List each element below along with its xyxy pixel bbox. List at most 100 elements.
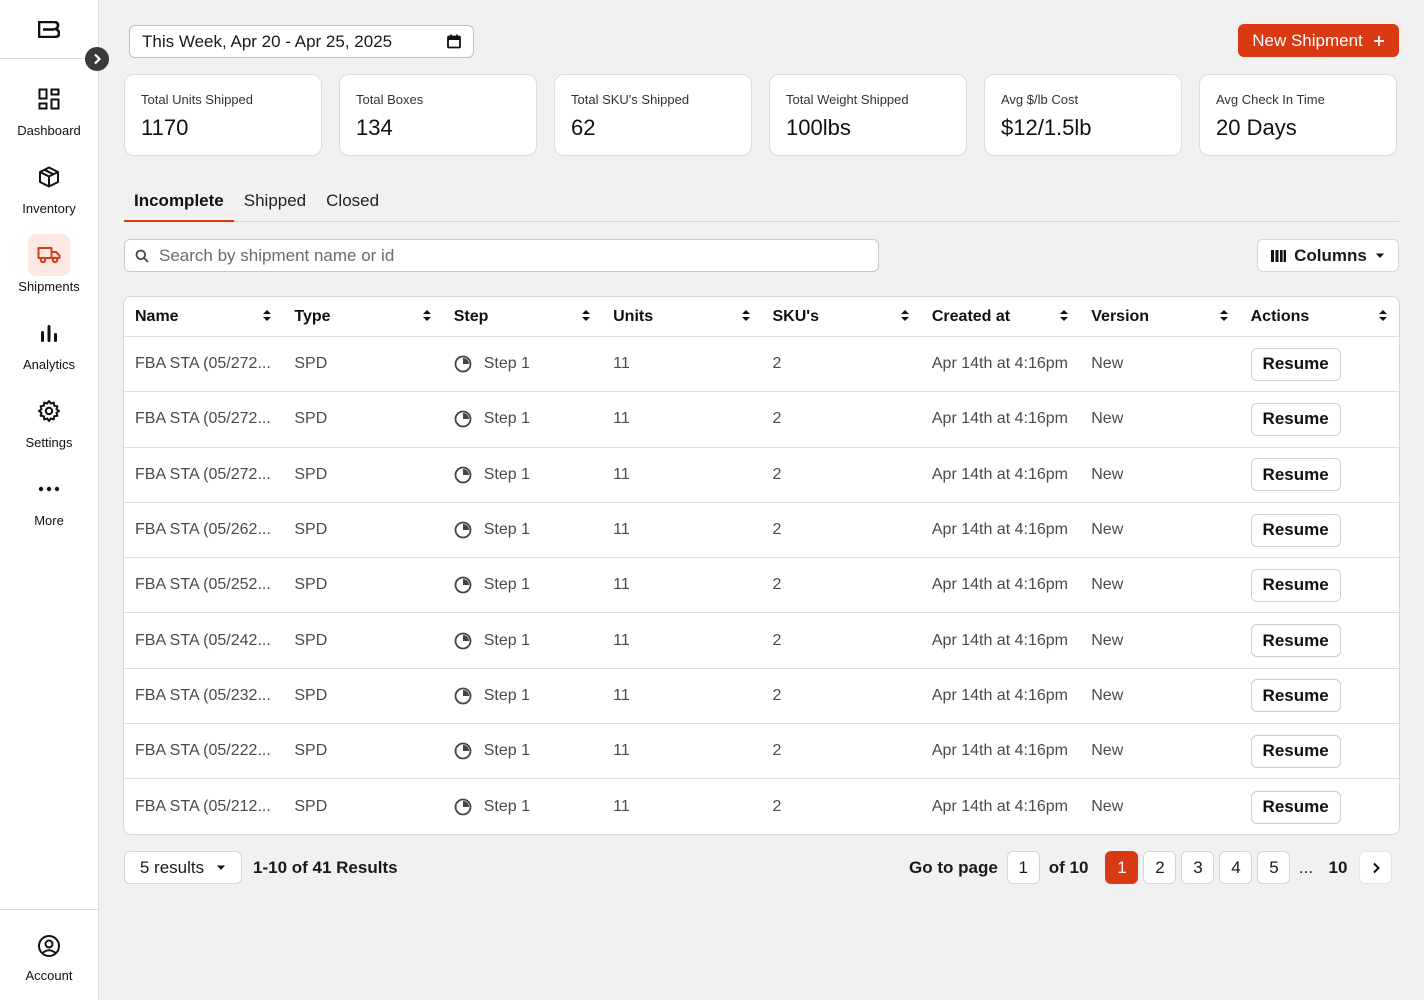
sidebar: Dashboard Inventory Shipments Analytics …	[0, 0, 99, 1000]
column-header-version[interactable]: Version	[1080, 308, 1239, 326]
cell-text: SPD	[294, 631, 328, 649]
cell-step: Step 1	[443, 355, 602, 373]
next-page-button[interactable]	[1359, 851, 1393, 884]
cell-text: FBA STA (05/272...	[135, 465, 271, 483]
cell-text: FBA STA (05/232...	[135, 686, 271, 704]
brand-logo-icon	[38, 20, 60, 38]
cell-version: New	[1080, 687, 1239, 705]
resume-button[interactable]: Resume	[1250, 790, 1341, 824]
step-progress-icon	[454, 355, 472, 373]
cell-text: New	[1091, 576, 1124, 594]
cell-text: 2	[772, 465, 782, 483]
step-progress-icon	[454, 798, 472, 816]
cell-text: New	[1091, 355, 1124, 373]
cell-text: 11	[613, 631, 630, 649]
cell-actions: Resume	[1240, 402, 1399, 436]
cell-step: Step 1	[443, 466, 602, 484]
go-to-page-label: Go to page	[909, 857, 998, 877]
cell-text: FBA STA (05/262...	[135, 521, 271, 539]
page-2[interactable]: 2	[1143, 851, 1177, 884]
cell-units: 11	[602, 742, 761, 760]
cell-text: Step 1	[483, 742, 531, 760]
cell-actions: Resume	[1240, 513, 1399, 547]
column-header-created-at[interactable]: Created at	[921, 308, 1080, 326]
date-range-value: This Week, Apr 20 - Apr 25, 2025	[142, 31, 393, 51]
sidebar-item-analytics[interactable]: Analytics	[0, 312, 98, 390]
sidebar-item-dashboard[interactable]: Dashboard	[0, 78, 98, 156]
sidebar-item-more[interactable]: More	[0, 468, 98, 546]
cell-skus: 2	[762, 632, 921, 650]
cell-version: New	[1080, 742, 1239, 760]
table-body: FBA STA (05/272... SPD Step 1 11 2 Apr 14th a…	[124, 337, 1399, 834]
cell-step: Step 1	[443, 798, 602, 816]
column-header-type[interactable]: Type	[283, 308, 442, 326]
column-header-skus[interactable]: SKU's	[762, 308, 921, 326]
cell-type: SPD	[283, 742, 442, 760]
step-progress-icon	[454, 632, 472, 650]
resume-button[interactable]: Resume	[1250, 458, 1341, 492]
column-header-label: Actions	[1250, 307, 1310, 325]
cell-skus: 2	[762, 576, 921, 594]
columns-icon	[1271, 249, 1287, 262]
cell-skus: 2	[762, 466, 921, 484]
cell-text: FBA STA (05/272...	[135, 355, 271, 373]
cell-created: Apr 14th at 4:16pm	[921, 521, 1080, 539]
cell-text: 2	[772, 798, 782, 816]
resume-button[interactable]: Resume	[1250, 679, 1341, 713]
stat-label: Total Units Shipped	[141, 92, 254, 107]
cell-created: Apr 14th at 4:16pm	[921, 576, 1080, 594]
resume-button[interactable]: Resume	[1250, 402, 1341, 436]
columns-button[interactable]: Columns	[1257, 239, 1399, 272]
tab-closed[interactable]: Closed	[316, 189, 389, 222]
search-input[interactable]	[159, 245, 868, 266]
sort-icon	[1219, 308, 1228, 326]
resume-button[interactable]: Resume	[1250, 734, 1341, 768]
cell-skus: 2	[762, 355, 921, 373]
cell-version: New	[1080, 410, 1239, 428]
column-header-units[interactable]: Units	[602, 308, 761, 326]
calendar-icon	[447, 34, 461, 49]
page-last[interactable]: 10	[1321, 858, 1354, 878]
cell-units: 11	[602, 410, 761, 428]
column-header-step[interactable]: Step	[443, 308, 602, 326]
cell-skus: 2	[762, 798, 921, 816]
page-4[interactable]: 4	[1219, 851, 1253, 884]
sidebar-item-inventory[interactable]: Inventory	[0, 156, 98, 234]
cell-actions: Resume	[1240, 679, 1399, 713]
resume-button[interactable]: Resume	[1250, 347, 1341, 381]
cell-type: SPD	[283, 576, 442, 594]
stat-label: Avg Check In Time	[1216, 92, 1325, 107]
logo[interactable]	[0, 0, 98, 59]
stat-value: $12/1.5lb	[1001, 115, 1092, 140]
sidebar-item-settings[interactable]: Settings	[0, 390, 98, 468]
stat-value: 62	[571, 115, 596, 140]
cell-text: Step 1	[483, 576, 531, 594]
cell-skus: 2	[762, 410, 921, 428]
page-3[interactable]: 3	[1181, 851, 1215, 884]
column-header-actions[interactable]: Actions	[1240, 308, 1399, 326]
sidebar-item-shipments[interactable]: Shipments	[0, 234, 98, 312]
cell-actions: Resume	[1240, 458, 1399, 492]
new-shipment-button[interactable]: New Shipment	[1238, 24, 1399, 57]
per-page-select[interactable]: 5 results	[124, 851, 242, 884]
tab-incomplete[interactable]: Incomplete	[124, 189, 234, 222]
date-range-picker[interactable]: This Week, Apr 20 - Apr 25, 2025	[129, 25, 474, 58]
total-pages-label: of 10	[1048, 857, 1089, 877]
cell-text: Step 1	[483, 521, 531, 539]
sort-icon	[1379, 308, 1387, 326]
resume-button[interactable]: Resume	[1250, 568, 1341, 602]
cell-text: 11	[613, 410, 630, 428]
go-to-page-input[interactable]: 1	[1006, 851, 1040, 884]
sort-icon	[422, 308, 431, 326]
page-5[interactable]: 5	[1257, 851, 1291, 884]
page-1[interactable]: 1	[1105, 851, 1139, 884]
tab-shipped[interactable]: Shipped	[234, 189, 316, 222]
cell-version: New	[1080, 355, 1239, 373]
column-header-name[interactable]: Name	[124, 308, 283, 326]
sidebar-collapse-button[interactable]	[85, 47, 109, 71]
search-bar	[124, 239, 879, 272]
resume-button[interactable]: Resume	[1250, 624, 1341, 658]
resume-button[interactable]: Resume	[1250, 513, 1341, 547]
sidebar-item-account[interactable]: Account	[0, 909, 98, 1000]
cell-name: FBA STA (05/232...	[124, 687, 283, 705]
